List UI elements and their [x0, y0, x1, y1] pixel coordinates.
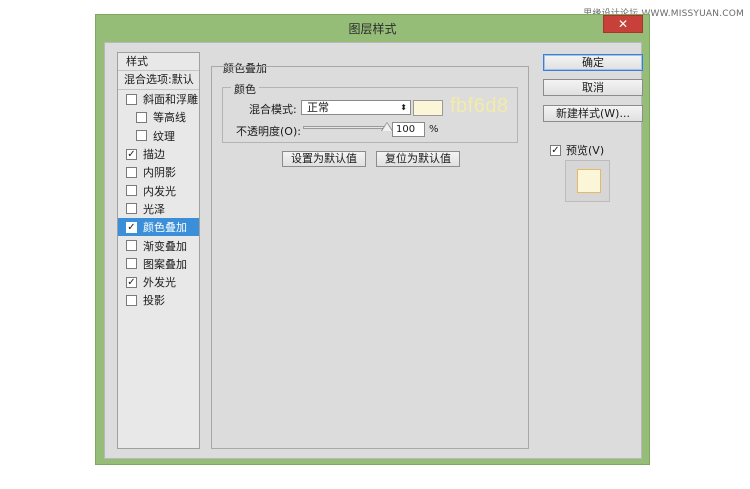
style-item[interactable]: 斜面和浮雕 — [118, 90, 199, 108]
percent-unit: % — [429, 124, 439, 135]
style-preview — [565, 160, 610, 202]
close-button[interactable]: ✕ — [603, 15, 643, 33]
hex-color-annotation: fbf6d8 — [450, 95, 509, 117]
style-checkbox[interactable] — [126, 93, 137, 105]
ok-button[interactable]: 确定 — [543, 54, 643, 71]
style-item-label: 颜色叠加 — [143, 221, 187, 235]
updown-arrow-icon: ⬍ — [400, 103, 407, 112]
opacity-slider-track[interactable] — [303, 126, 387, 129]
blending-options-item[interactable]: 混合选项:默认 — [118, 71, 199, 90]
preview-checkbox[interactable]: ✓ — [550, 144, 561, 156]
preview-label: 预览(V) — [566, 144, 605, 157]
style-item-label: 光泽 — [143, 202, 165, 216]
style-item[interactable]: 图案叠加 — [118, 255, 199, 273]
style-item[interactable]: 渐变叠加 — [118, 236, 199, 254]
layer-style-dialog: 图层样式 ✕ 样式 混合选项:默认 斜面和浮雕等高线纹理 ✓ 描边内阴影内发光光泽 ✓… — [95, 14, 650, 465]
style-checkbox[interactable] — [126, 258, 137, 270]
opacity-input[interactable]: 100 — [392, 122, 425, 137]
style-item-label: 纹理 — [153, 129, 175, 143]
style-item-label: 内阴影 — [143, 166, 176, 180]
dialog-title: 图层样式 — [348, 21, 397, 36]
opacity-slider-handle[interactable] — [382, 123, 392, 131]
style-item-label: 图案叠加 — [143, 257, 187, 271]
style-checkbox[interactable]: ✓ — [126, 148, 137, 160]
group-title: 颜色 — [231, 81, 259, 97]
style-item-label: 斜面和浮雕 — [143, 93, 198, 107]
blend-mode-select[interactable]: 正常 ⬍ — [301, 100, 411, 115]
reset-default-button[interactable]: 复位为默认值 — [376, 151, 460, 167]
color-swatch[interactable] — [413, 100, 443, 116]
opacity-label: 不透明度(O): — [236, 125, 301, 138]
style-item[interactable]: 内发光 — [118, 181, 199, 199]
styles-list: 样式 混合选项:默认 斜面和浮雕等高线纹理 ✓ 描边内阴影内发光光泽 ✓ 颜色叠加渐变叠… — [117, 52, 200, 449]
preview-swatch — [577, 169, 601, 193]
style-checkbox[interactable] — [126, 166, 137, 178]
style-item-label: 投影 — [143, 294, 165, 308]
styles-header[interactable]: 样式 — [118, 53, 199, 71]
title-bar: 图层样式 ✕ — [96, 15, 649, 41]
style-item[interactable]: 光泽 — [118, 200, 199, 218]
style-item[interactable]: 等高线 — [118, 108, 199, 126]
style-item[interactable]: ✓ 描边 — [118, 145, 199, 163]
style-checkbox[interactable]: ✓ — [126, 221, 137, 233]
style-item-label: 内发光 — [143, 184, 176, 198]
style-item-label: 描边 — [143, 148, 165, 162]
blend-mode-label: 混合模式: — [249, 103, 297, 116]
style-checkbox[interactable] — [126, 240, 137, 252]
style-item[interactable]: 投影 — [118, 291, 199, 309]
style-item[interactable]: ✓ 颜色叠加 — [118, 218, 199, 237]
style-checkbox[interactable] — [126, 203, 137, 215]
style-checkbox[interactable] — [126, 185, 137, 197]
blend-mode-value: 正常 — [307, 101, 329, 114]
style-checkbox[interactable] — [136, 130, 147, 142]
cancel-button[interactable]: 取消 — [543, 79, 643, 96]
style-item-label: 等高线 — [153, 111, 186, 125]
make-default-button[interactable]: 设置为默认值 — [282, 151, 366, 167]
style-item-label: 渐变叠加 — [143, 239, 187, 253]
style-item[interactable]: 内阴影 — [118, 163, 199, 181]
style-item[interactable]: 纹理 — [118, 127, 199, 145]
style-item[interactable]: ✓ 外发光 — [118, 273, 199, 291]
style-checkbox[interactable] — [126, 294, 137, 306]
style-checkbox[interactable] — [136, 111, 147, 123]
style-item-label: 外发光 — [143, 276, 176, 290]
dialog-client-area: 样式 混合选项:默认 斜面和浮雕等高线纹理 ✓ 描边内阴影内发光光泽 ✓ 颜色叠加渐变叠… — [104, 42, 643, 459]
preview-toggle[interactable]: ✓ 预览(V) — [550, 142, 604, 158]
close-icon: ✕ — [617, 17, 629, 31]
new-style-button[interactable]: 新建样式(W)... — [543, 105, 643, 122]
style-checkbox[interactable]: ✓ — [126, 276, 137, 288]
